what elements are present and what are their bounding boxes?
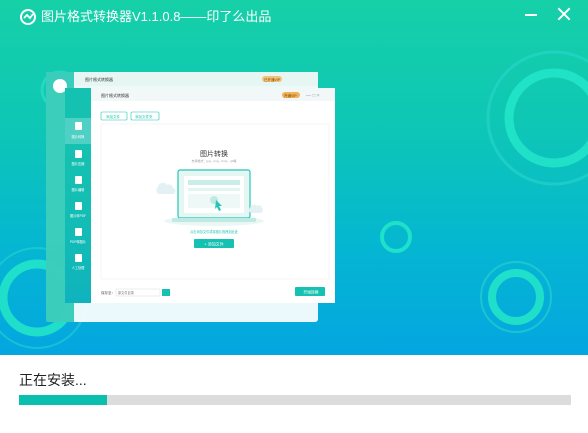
sidebar-label-6: 人工处理	[72, 265, 86, 270]
back-window-title: 图片格式转换器	[85, 76, 113, 82]
sidebar-label-5: PDF转图片	[70, 239, 86, 244]
install-status-text: 正在安装...	[19, 372, 87, 388]
add-file-tool: 添加文件	[106, 114, 120, 119]
panel-title: 图片转换	[200, 149, 228, 158]
sidebar-icon-3	[75, 176, 82, 184]
sidebar-icon-4	[75, 202, 82, 210]
banner: 图片格式转换器V1.1.0.8——印了么出品 图片格式转换器 已开通VIP 图片…	[0, 0, 588, 355]
start-convert-button: 开始转换	[303, 290, 318, 295]
save-to-label: 保存至：	[101, 290, 115, 295]
sidebar-icon-5	[75, 228, 82, 236]
sidebar-label-3: 图片编辑	[72, 187, 86, 192]
installer-window: 图片格式转换器V1.1.0.8——印了么出品 图片格式转换器 已开通VIP 图片…	[0, 0, 588, 433]
install-progress-bar	[19, 395, 571, 405]
front-window-controls: — □ ×	[306, 93, 320, 99]
add-file-button: + 添加文件	[204, 241, 223, 247]
sidebar-label-2: 图片压缩	[72, 161, 86, 166]
sidebar-label-1: 图片转换	[72, 134, 86, 139]
install-progress-fill	[19, 395, 108, 405]
sidebar-icon-2	[75, 150, 82, 158]
sidebar-icon-1	[75, 122, 82, 130]
install-footer: 正在安装...	[0, 355, 588, 433]
sidebar-icon-6	[75, 254, 82, 262]
back-window-badge: 已开通VIP	[264, 77, 281, 82]
front-window-badge: 开通VIP	[284, 93, 297, 98]
panel-subtitle: 支持格式：jpg、png、bmp、gif等	[191, 158, 236, 163]
sidebar-item-active-bg	[65, 118, 91, 144]
back-avatar	[53, 79, 67, 93]
drop-hint: 点击添加文件或将图片拖拽到此处	[190, 229, 239, 234]
front-window: 图片格式转换器 开通VIP — □ × 图片转换 图片压缩 图片编辑 图片转PD…	[65, 88, 335, 303]
product-illustration: 图片格式转换器 已开通VIP 图片格式转换器 开通VIP — □ × 图片转换 …	[46, 72, 335, 322]
front-window-title: 图片格式转换器	[101, 92, 129, 98]
add-folder-tool: 添加文件夹	[135, 114, 153, 119]
sidebar-label-4: 图片转PDF	[70, 213, 86, 218]
save-path-value: 原文件目录	[118, 290, 135, 295]
